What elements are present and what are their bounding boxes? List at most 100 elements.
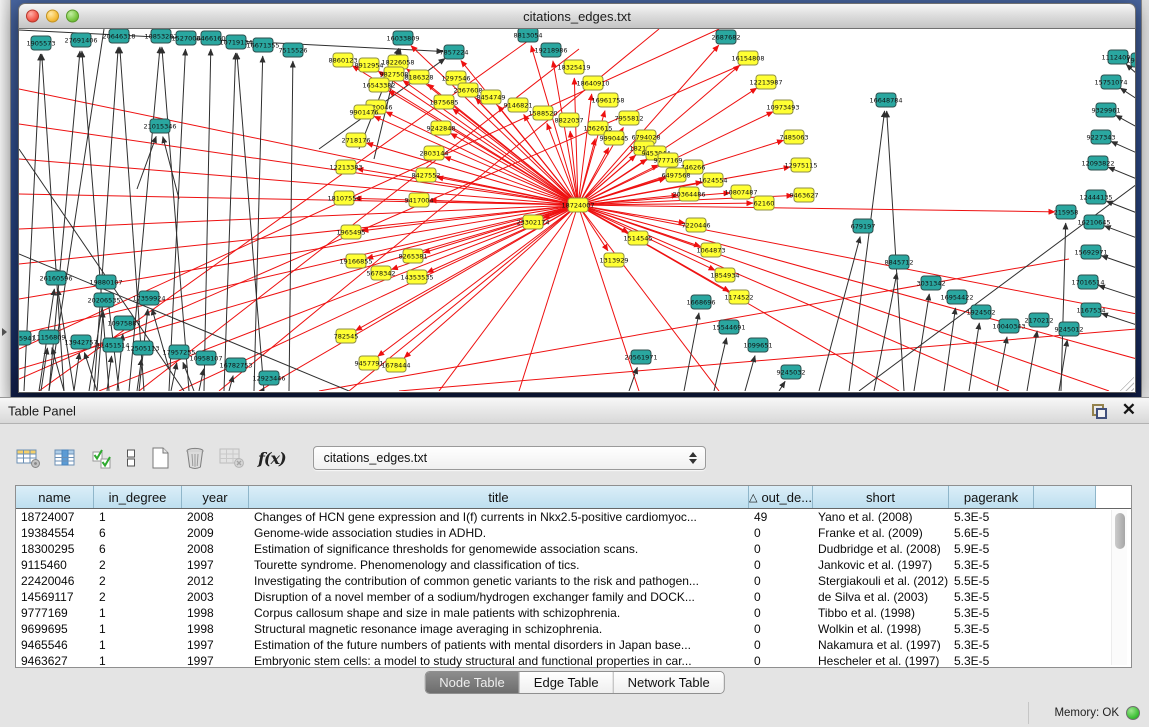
- graph-node[interactable]: 16954422: [940, 290, 973, 304]
- table-row[interactable]: 911546021997Tourette syndrome. Phenomeno…: [16, 557, 1131, 573]
- graph-node[interactable]: 16154808: [731, 51, 764, 65]
- tab-network-table[interactable]: Network Table: [614, 672, 724, 693]
- graph-node[interactable]: 1514545: [624, 231, 653, 245]
- new-column-icon[interactable]: [150, 446, 171, 470]
- table-cell[interactable]: 1997: [182, 653, 249, 669]
- table-row[interactable]: 969969511998Structural magnetic resonanc…: [16, 621, 1131, 637]
- table-cell[interactable]: 5.3E-5: [949, 509, 1034, 525]
- table-cell[interactable]: 1: [94, 653, 182, 669]
- table-cell[interactable]: 14569117: [16, 589, 94, 605]
- close-button[interactable]: [26, 10, 39, 23]
- float-window-icon[interactable]: [1092, 404, 1107, 419]
- memory-ok-indicator[interactable]: [1126, 706, 1140, 720]
- table-cell[interactable]: 5.3E-5: [949, 605, 1034, 621]
- table-cell[interactable]: 2009: [182, 525, 249, 541]
- graph-node[interactable]: 9901476: [350, 105, 379, 119]
- table-cell[interactable]: Hescheler et al. (1997): [813, 653, 949, 669]
- graph-node[interactable]: 8454749: [477, 90, 506, 104]
- table-cell[interactable]: 0: [749, 653, 813, 669]
- table-cell[interactable]: 5.9E-5: [949, 541, 1034, 557]
- table-cell[interactable]: Structural magnetic resonance image aver…: [249, 621, 749, 637]
- graph-node[interactable]: 1588520: [529, 106, 558, 120]
- graph-node[interactable]: 2718176: [342, 133, 371, 147]
- graph-node[interactable]: 16961758: [591, 93, 624, 107]
- table-cell[interactable]: Jankovic et al. (1997): [813, 557, 949, 573]
- table-settings-icon[interactable]: [16, 448, 41, 469]
- show-columns-icon[interactable]: [54, 448, 79, 469]
- graph-node[interactable]: 8427552: [412, 168, 441, 182]
- table-cell[interactable]: 1: [94, 621, 182, 637]
- table-row[interactable]: 1872400712008Changes of HCN gene express…: [16, 509, 1131, 525]
- column-header-pagerank[interactable]: pagerank: [949, 486, 1034, 508]
- table-row[interactable]: 1456911722003Disruption of a novel membe…: [16, 589, 1131, 605]
- table-cell[interactable]: 1997: [182, 557, 249, 573]
- graph-node[interactable]: 9245032: [777, 365, 806, 379]
- table-cell[interactable]: 22420046: [16, 573, 94, 589]
- table-selector-dropdown[interactable]: citations_edges.txt: [313, 446, 706, 470]
- table-cell[interactable]: 6: [94, 541, 182, 557]
- rows-icon[interactable]: [126, 448, 137, 469]
- graph-node[interactable]: 1313929: [600, 253, 629, 267]
- graph-node[interactable]: 8860123: [329, 53, 358, 67]
- column-header-year[interactable]: year: [182, 486, 249, 508]
- table-cell[interactable]: 5.3E-5: [949, 557, 1034, 573]
- function-builder-icon[interactable]: f(x): [258, 449, 286, 468]
- table-cell[interactable]: Investigating the contribution of common…: [249, 573, 749, 589]
- table-cell[interactable]: 9115460: [16, 557, 94, 573]
- graph-node[interactable]: 18640910: [576, 76, 609, 90]
- zoom-button[interactable]: [66, 10, 79, 23]
- graph-node[interactable]: 2803144: [420, 146, 449, 160]
- table-cell[interactable]: Estimation of significance thresholds fo…: [249, 541, 749, 557]
- column-header-in_degree[interactable]: in_degree: [94, 486, 182, 508]
- table-row[interactable]: 2242004622012Investigating the contribut…: [16, 573, 1131, 589]
- graph-node[interactable]: 9417004: [405, 193, 434, 207]
- table-cell[interactable]: 19384554: [16, 525, 94, 541]
- graph-node[interactable]: 10973493: [766, 100, 799, 114]
- graph-node[interactable]: 16648784: [869, 93, 902, 107]
- table-cell[interactable]: 2012: [182, 573, 249, 589]
- column-header-title[interactable]: title: [249, 486, 749, 508]
- table-cell[interactable]: 5.3E-5: [949, 621, 1034, 637]
- table-cell[interactable]: 18300295: [16, 541, 94, 557]
- table-cell[interactable]: Estimation of the future numbers of pati…: [249, 637, 749, 653]
- table-cell[interactable]: 2008: [182, 509, 249, 525]
- graph-node[interactable]: 12923446: [252, 371, 285, 385]
- table-cell[interactable]: Stergiakouli et al. (2012): [813, 573, 949, 589]
- table-cell[interactable]: Disruption of a novel member of a sodium…: [249, 589, 749, 605]
- tab-edge-table[interactable]: Edge Table: [520, 672, 614, 693]
- graph-node[interactable]: 19880107: [89, 275, 122, 289]
- column-header-short[interactable]: short: [813, 486, 949, 508]
- graph-node[interactable]: 8813054: [514, 29, 543, 42]
- graph-node[interactable]: 8822037: [555, 113, 584, 127]
- graph-node[interactable]: 1678444: [382, 358, 411, 372]
- table-cell[interactable]: 0: [749, 573, 813, 589]
- table-cell[interactable]: Embryonic stem cells: a model to study s…: [249, 653, 749, 669]
- table-cell[interactable]: 5.3E-5: [949, 653, 1034, 669]
- graph-node[interactable]: 7857224: [440, 45, 469, 59]
- table-cell[interactable]: 9465546: [16, 637, 94, 653]
- table-cell[interactable]: 0: [749, 525, 813, 541]
- graph-node[interactable]: 17016514: [1071, 275, 1104, 289]
- table-cell[interactable]: 1998: [182, 605, 249, 621]
- graph-node[interactable]: 679197: [851, 219, 876, 233]
- graph-node[interactable]: 15544691: [712, 320, 745, 334]
- tab-node-table[interactable]: Node Table: [425, 672, 520, 693]
- table-cell[interactable]: 1: [94, 509, 182, 525]
- graph-node[interactable]: 9329961: [1092, 103, 1121, 117]
- table-cell[interactable]: 5.3E-5: [949, 637, 1034, 653]
- scrollbar-thumb[interactable]: [1115, 513, 1125, 549]
- graph-node[interactable]: 3031342: [917, 276, 946, 290]
- delete-table-icon[interactable]: [219, 447, 245, 469]
- vertical-scrollbar[interactable]: [1111, 510, 1127, 665]
- table-row[interactable]: 1938455462009Genome-wide association stu…: [16, 525, 1131, 541]
- table-cell[interactable]: Corpus callosum shape and size in male p…: [249, 605, 749, 621]
- table-cell[interactable]: 0: [749, 557, 813, 573]
- graph-node[interactable]: 16033809: [386, 31, 419, 45]
- graph-node[interactable]: 27691406: [64, 33, 97, 47]
- table-cell[interactable]: Nakamura et al. (1997): [813, 637, 949, 653]
- graph-node[interactable]: 215958: [1054, 205, 1079, 219]
- table-cell[interactable]: Dudbridge et al. (2008): [813, 541, 949, 557]
- graph-node[interactable]: 20646318: [102, 29, 135, 43]
- table-row[interactable]: 946554611997Estimation of the future num…: [16, 637, 1131, 653]
- table-cell[interactable]: 2: [94, 557, 182, 573]
